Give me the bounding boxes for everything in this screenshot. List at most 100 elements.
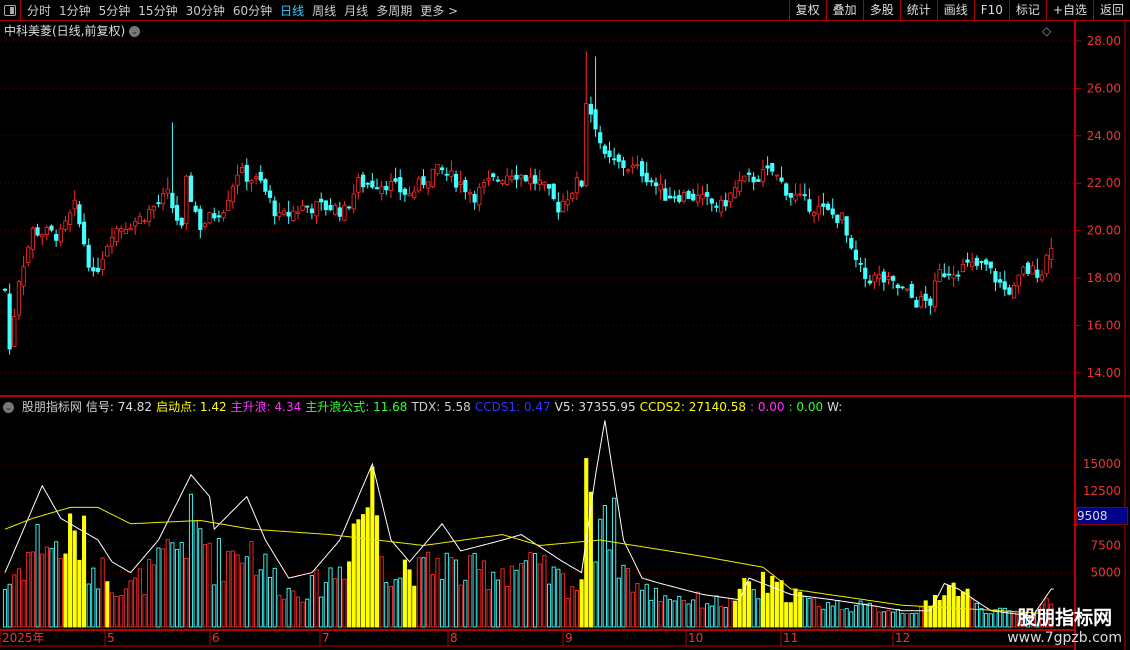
volume-bar [342, 578, 347, 628]
candle-body [677, 195, 682, 202]
candle-body [26, 246, 31, 263]
volume-bar [161, 548, 166, 628]
diamond-icon[interactable]: ◇ [1042, 24, 1052, 38]
price-tick-label: 16.00 [1087, 318, 1121, 332]
candle-body [91, 267, 96, 272]
candle-body [81, 221, 87, 245]
volume-bar [323, 582, 328, 628]
volume-bar [909, 613, 914, 628]
candle-body [119, 228, 124, 232]
volume-bar [491, 571, 496, 628]
candle-body [100, 258, 105, 270]
volume-bar [86, 583, 91, 628]
candle-body [500, 180, 505, 184]
candle-body [779, 177, 784, 182]
candle-body [839, 212, 845, 221]
candle-body [147, 209, 152, 222]
candle-body [1039, 274, 1045, 281]
candle-body [877, 274, 882, 280]
volume-bar [839, 608, 845, 628]
indicator-value-8: : 0.00 [749, 400, 785, 414]
volume-bar [630, 591, 635, 628]
candle-body [723, 200, 728, 207]
volume-bar [951, 582, 956, 628]
kline-chart[interactable]: ◇ 28.00 26.00 24.00 22.00 20.00 18.00 16.00 14.0… [0, 0, 1130, 650]
candle-body [444, 173, 449, 176]
candle-body [249, 180, 254, 184]
volume-bar [454, 559, 459, 628]
volume-tick-label: 15000 [1083, 457, 1121, 471]
candle-body [226, 199, 231, 211]
candle-body [467, 192, 473, 195]
volume-bar [579, 579, 584, 628]
volume-bar [807, 598, 812, 628]
dropdown-icon[interactable]: ⌄ [3, 402, 14, 413]
month-label: 6 [212, 631, 220, 645]
candle-body [765, 165, 770, 169]
candle-body [7, 293, 12, 350]
candle-body [44, 227, 49, 235]
volume-bar [798, 591, 803, 628]
candle-body [216, 215, 221, 218]
volume-bar [653, 587, 659, 628]
candle-body [86, 244, 91, 268]
candle-body [230, 185, 235, 203]
candle-body [384, 185, 389, 191]
volume-bar [626, 568, 631, 628]
volume-bar [165, 539, 170, 628]
volume-bar [184, 557, 189, 628]
candle-body [495, 179, 501, 182]
candle-body [346, 206, 352, 209]
volume-bar [956, 596, 961, 628]
candle-body [695, 194, 700, 203]
candle-body [170, 192, 175, 209]
volume-bar [402, 559, 407, 628]
indicator-value-7: CCDS2: 27140.58 [639, 400, 746, 414]
volume-bar [365, 507, 370, 628]
volume-bar [337, 566, 342, 628]
candle-body [421, 176, 426, 185]
volume-bar [305, 598, 310, 628]
volume-bar [574, 590, 579, 628]
candle-body [1021, 266, 1026, 275]
volume-bar [826, 602, 831, 628]
volume-marker: 9508 [1076, 507, 1128, 525]
volume-bar [286, 587, 291, 628]
volume-bar [858, 600, 863, 628]
candle-body [774, 174, 780, 177]
month-label: 8 [450, 631, 458, 645]
candle-body [844, 216, 849, 236]
volume-bar [68, 513, 73, 628]
volume-bar [867, 602, 872, 628]
price-tick-label: 14.00 [1087, 366, 1121, 380]
candle-body [133, 221, 138, 227]
volume-bar [835, 599, 840, 628]
volume-bar [881, 611, 886, 628]
volume-bar [635, 583, 640, 628]
candle-body [984, 259, 989, 265]
candle-body [714, 205, 719, 208]
candle-body [849, 238, 854, 249]
volume-bar [481, 560, 487, 628]
volume-bar [314, 569, 319, 628]
volume-bar [244, 556, 249, 628]
candle-body [732, 187, 738, 198]
volume-bar [905, 613, 910, 628]
candle-body [30, 227, 36, 250]
volume-bar [63, 553, 68, 628]
volume-bar [319, 596, 324, 628]
candle-body [719, 199, 724, 213]
candle-body [12, 316, 17, 347]
candle-body [807, 199, 812, 212]
volume-bar [35, 523, 40, 628]
candle-body [430, 168, 435, 187]
candle-body [788, 192, 793, 198]
volume-bar [728, 598, 733, 628]
volume-bar [44, 546, 49, 628]
candle-body [891, 276, 896, 281]
indicator-name[interactable]: 股朋指标网 [22, 400, 82, 414]
volume-bar [598, 518, 603, 628]
candle-body [672, 196, 677, 199]
month-label: 9 [565, 631, 573, 645]
volume-bar [281, 598, 287, 628]
